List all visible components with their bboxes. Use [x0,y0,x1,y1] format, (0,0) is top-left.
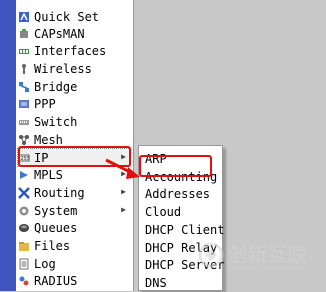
menu-item-label: Queues [34,220,78,235]
queues-icon [18,222,30,234]
menu-item-label: Log [34,256,56,271]
menu-item-label: Routing [34,185,85,200]
submenu-arrow-icon: ▶ [121,205,126,214]
watermark-logo-icon [198,242,224,268]
menu-item-label: Files [34,238,71,253]
wireless-icon [18,63,30,75]
menu-item-label: Bridge [34,79,78,94]
menu-item-capsman[interactable]: CAPsMAN [18,25,130,42]
menu-item-label: Interfaces [34,43,107,58]
menu-item-files[interactable]: Files [18,237,130,254]
ppp-icon [18,98,30,110]
interfaces-icon [18,45,30,57]
menu-item-log[interactable]: Log [18,255,130,272]
submenu-arrow-icon: ▶ [121,187,126,196]
mpls-icon [18,169,30,181]
menu-item-label: System [34,203,78,218]
menu-item-label: MPLS [34,167,63,182]
menu-item-wireless[interactable]: Wireless [18,60,130,77]
switch-icon [18,116,30,128]
menu-item-label: Quick Set [34,9,100,24]
menu-item-radius[interactable]: RADIUS [18,272,130,289]
addresses-highlight-box [139,155,212,177]
menu-item-label: Wireless [34,61,92,76]
menu-item-ppp[interactable]: PPP [18,95,130,112]
files-icon [18,240,30,252]
bridge-icon [18,81,30,93]
watermark: 创新互联 CHUANG XIN HU LIAN [198,240,324,280]
menu-item-quick-set[interactable]: Quick Set [18,8,130,25]
winbox-side-bar [0,0,16,291]
menu-item-label: RADIUS [34,273,78,288]
watermark-english-text: CHUANG XIN HU LIAN [228,264,304,272]
system-icon [18,205,30,217]
menu-item-label: CAPsMAN [34,26,85,41]
submenu-item-cloud[interactable]: Cloud [145,204,181,221]
menu-item-switch[interactable]: Switch [18,113,130,130]
quick-set-icon [18,11,30,23]
mesh-icon [18,134,30,146]
submenu-item-addresses[interactable]: Addresses [145,186,210,203]
radius-icon [18,275,30,287]
menu-item-bridge[interactable]: Bridge [18,78,130,95]
submenu-item-dhcp-client[interactable]: DHCP Client [145,222,224,239]
routing-icon [18,186,30,199]
menu-item-routing[interactable]: Routing ▶ [18,184,130,201]
menu-item-label: PPP [34,96,56,111]
menu-item-label: Switch [34,114,78,129]
capsman-icon [18,28,30,40]
menu-item-interfaces[interactable]: Interfaces [18,42,130,59]
menu-item-system[interactable]: System ▶ [18,202,130,219]
watermark-chinese-text: 创新互联 [228,244,309,266]
menu-item-label: Mesh [34,132,63,147]
submenu-item-dns[interactable]: DNS [145,275,167,292]
log-icon [18,258,30,270]
red-pointer-arrow-icon [105,158,140,179]
menu-item-queues[interactable]: Queues [18,219,130,236]
